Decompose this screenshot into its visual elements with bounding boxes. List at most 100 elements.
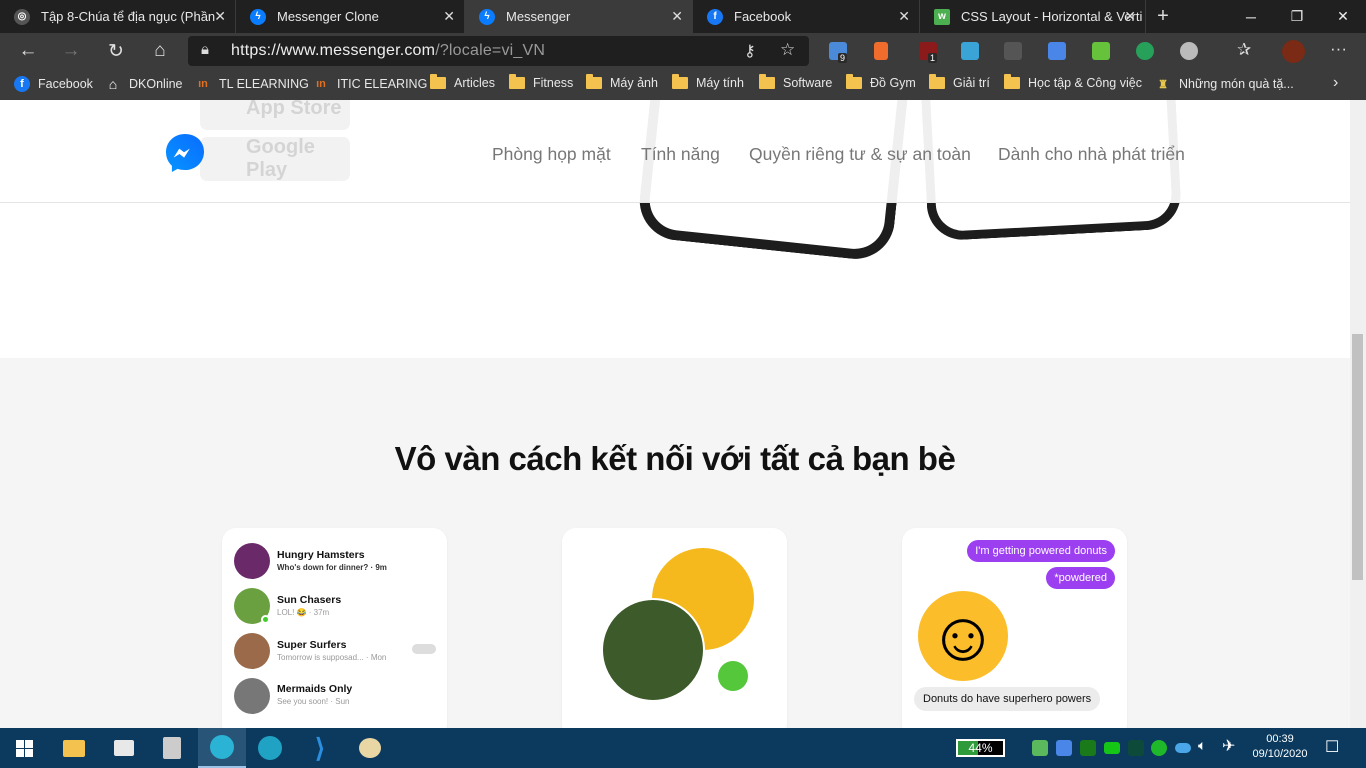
- battery-indicator[interactable]: 44%: [956, 739, 1005, 757]
- chat-name: Hungry Hamsters: [277, 549, 365, 561]
- bookmark-label: Máy ảnh: [610, 76, 658, 90]
- edge-icon[interactable]: [198, 728, 246, 768]
- favorite-star-icon[interactable]: ☆: [780, 40, 795, 60]
- e-tray-icon[interactable]: [1056, 740, 1072, 756]
- close-icon[interactable]: ✕: [214, 8, 226, 25]
- bookmark-hoc-tap[interactable]: Học tập & Công việc: [1004, 74, 1142, 90]
- ublock-badge: 1: [928, 53, 938, 63]
- photo-circle: [601, 598, 705, 702]
- bookmark-giai-tri[interactable]: Giải trí: [929, 74, 990, 90]
- list-item: Hungry Hamsters Who's down for dinner? · …: [234, 543, 387, 579]
- snipping-tool-icon[interactable]: [100, 728, 148, 768]
- network-tray-icon[interactable]: [1151, 740, 1167, 756]
- collections-icon[interactable]: ✰: [1237, 40, 1251, 60]
- cpu-tray-icon[interactable]: [1080, 740, 1096, 756]
- tab-3-active[interactable]: ϟ Messenger ✕: [465, 0, 693, 33]
- bookmark-fitness[interactable]: Fitness: [509, 74, 573, 90]
- profile-avatar[interactable]: [1282, 40, 1305, 63]
- section-heading: Vô vàn cách kết nối với tất cả bạn bè: [394, 440, 956, 477]
- chat-name: Sun Chasers: [277, 594, 342, 606]
- vscode-icon[interactable]: ⟩: [296, 728, 344, 768]
- office-extension-icon[interactable]: [874, 42, 888, 60]
- file-explorer-icon[interactable]: [50, 728, 98, 768]
- gpu-tray-icon[interactable]: [1104, 742, 1120, 754]
- bookmark-may-tinh[interactable]: Máy tính: [672, 74, 744, 90]
- elearning-icon: ın: [198, 78, 208, 90]
- avatar: [234, 588, 270, 624]
- online-dot: [718, 661, 748, 691]
- new-tab-button[interactable]: +: [1150, 0, 1176, 33]
- volume-icon[interactable]: 🔈︎: [1198, 737, 1206, 754]
- lock-icon: 🔒︎: [201, 41, 209, 58]
- clock[interactable]: 00:39 09/10/2020: [1250, 732, 1310, 762]
- calculator-icon[interactable]: [148, 728, 196, 768]
- maximize-button[interactable]: ❐: [1274, 0, 1320, 33]
- tab-4[interactable]: f Facebook ✕: [693, 0, 920, 33]
- home-button[interactable]: ⌂: [142, 33, 178, 69]
- tab-title: Facebook: [734, 9, 792, 24]
- download-gray-icon[interactable]: [1180, 42, 1198, 60]
- p-extension-icon[interactable]: [1004, 42, 1022, 60]
- bookmark-label: ITIC ELEARING: [337, 77, 428, 91]
- back-button[interactable]: ←: [10, 33, 46, 69]
- laughing-emoji-icon: ☺: [918, 591, 1008, 681]
- close-icon[interactable]: ✕: [898, 8, 910, 25]
- forward-button[interactable]: →: [53, 33, 89, 69]
- bookmark-may-anh[interactable]: Máy ảnh: [586, 74, 658, 90]
- facebook-icon: f: [707, 8, 723, 25]
- refresh-button[interactable]: ↻: [98, 33, 134, 69]
- bookmark-dkonline[interactable]: ⌂ DKOnline: [105, 76, 183, 92]
- nav-privacy-safety[interactable]: Quyền riêng tư & sự an toàn: [749, 144, 971, 165]
- bookmark-qua-tang[interactable]: ♜ Những món quà tặ...: [1155, 76, 1294, 92]
- start-button[interactable]: [0, 728, 48, 768]
- bookmark-label: Software: [783, 76, 833, 90]
- house-icon: ⌂: [108, 76, 118, 92]
- tab-5[interactable]: w CSS Layout - Horizontal & Verti ✕: [920, 0, 1146, 33]
- onedrive-icon[interactable]: [1175, 743, 1191, 753]
- notification-icon[interactable]: ☐: [1325, 737, 1339, 757]
- folder-icon: [430, 74, 446, 89]
- nav-features[interactable]: Tính năng: [641, 144, 720, 165]
- link-extension-icon[interactable]: [961, 42, 979, 60]
- edge-beta-icon[interactable]: [246, 728, 294, 768]
- mail-badge: 9: [838, 53, 848, 63]
- close-window-button[interactable]: ✕: [1320, 0, 1366, 33]
- bookmark-do-gym[interactable]: Đồ Gym: [846, 74, 916, 90]
- bookmark-itic-elearing[interactable]: ın ITIC ELEARING: [313, 76, 427, 92]
- google-play-badge[interactable]: Google Play: [200, 136, 350, 181]
- download-arrow-icon[interactable]: [1092, 42, 1110, 60]
- bookmark-tl-elearning[interactable]: ın TL ELEARNING: [195, 76, 309, 92]
- close-icon[interactable]: ✕: [443, 8, 455, 25]
- bookmark-facebook[interactable]: f Facebook: [14, 76, 93, 92]
- tab-2[interactable]: ϟ Messenger Clone ✕: [236, 0, 465, 33]
- paint-icon[interactable]: [346, 728, 394, 768]
- tab-title: Tập 8-Chúa tể địa ngục (Phần: [41, 9, 216, 24]
- gift-icon: ♜: [1158, 78, 1168, 91]
- battery-text: 44%: [968, 741, 993, 755]
- security-tray-icon[interactable]: [1032, 740, 1048, 756]
- app-tray-icon[interactable]: [1128, 740, 1144, 756]
- screen-extension-icon[interactable]: [1048, 42, 1066, 60]
- download-green-icon[interactable]: [1136, 42, 1154, 60]
- avatar: [234, 633, 270, 669]
- scrollbar-thumb[interactable]: [1352, 334, 1363, 580]
- tab-1[interactable]: ◎ Tập 8-Chúa tể địa ngục (Phần ✕: [0, 0, 236, 33]
- minimize-button[interactable]: ─: [1228, 0, 1274, 33]
- close-icon[interactable]: ✕: [671, 8, 683, 25]
- bookmarks-more-chevron-icon[interactable]: ›: [1333, 74, 1338, 92]
- app-store-badge[interactable]: App Store: [200, 100, 350, 130]
- key-icon[interactable]: ⚷: [744, 41, 756, 61]
- folder-icon: [846, 74, 862, 89]
- close-icon[interactable]: ✕: [1124, 8, 1136, 25]
- messenger-logo-icon[interactable]: [165, 133, 205, 173]
- bookmark-articles[interactable]: Articles: [430, 74, 495, 90]
- airplane-icon[interactable]: ✈: [1222, 736, 1235, 756]
- folder-icon: [509, 74, 525, 89]
- bookmark-software[interactable]: Software: [759, 74, 833, 90]
- list-item: Super Surfers Tomorrow is supposad... · M…: [234, 633, 436, 669]
- address-bar[interactable]: 🔒︎ https://www.messenger.com/?locale=vi_…: [188, 36, 809, 66]
- nav-developers[interactable]: Dành cho nhà phát triển: [998, 144, 1185, 165]
- more-menu-icon[interactable]: ···: [1330, 39, 1347, 59]
- url-text[interactable]: https://www.messenger.com/?locale=vi_VN: [231, 42, 545, 60]
- nav-rooms[interactable]: Phòng họp mặt: [492, 144, 611, 165]
